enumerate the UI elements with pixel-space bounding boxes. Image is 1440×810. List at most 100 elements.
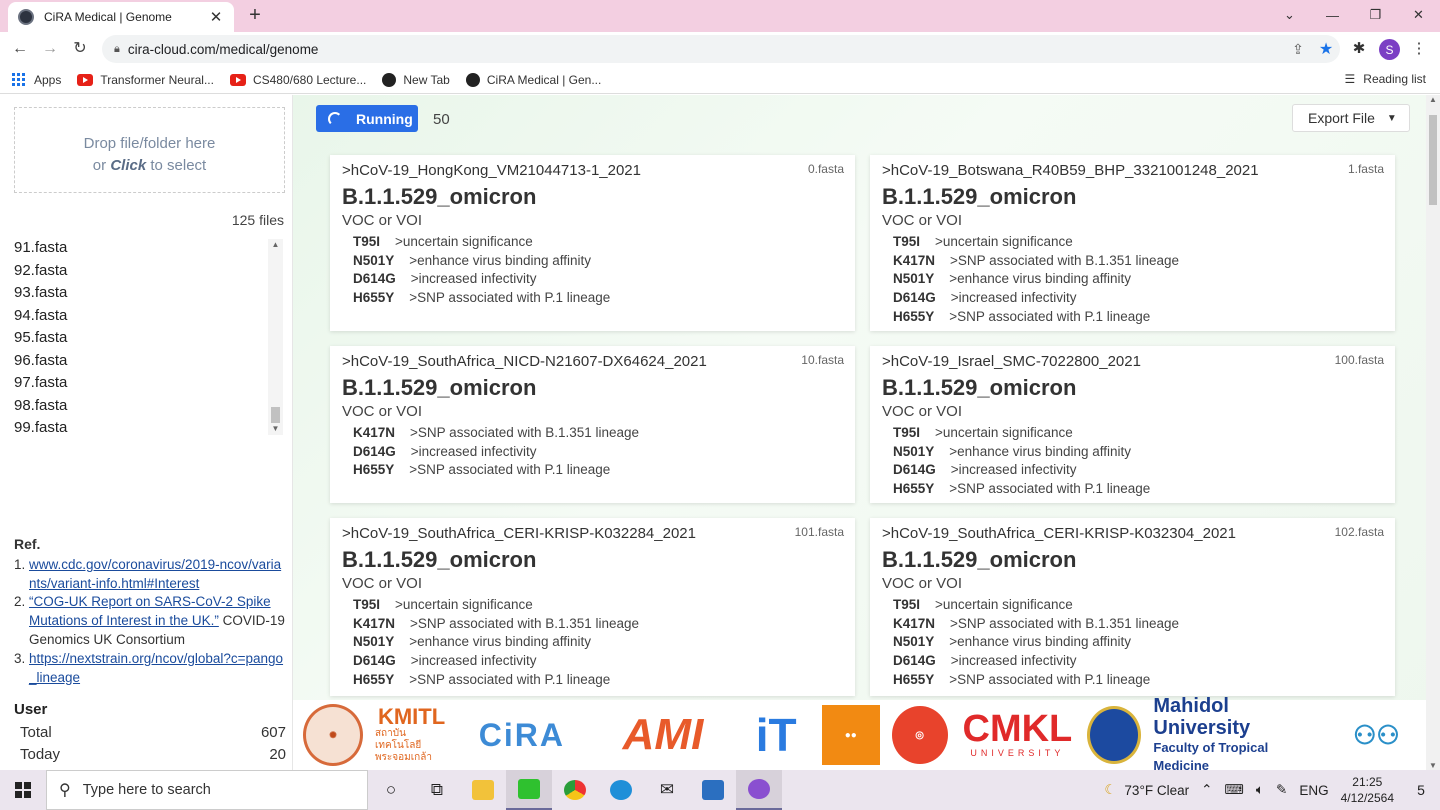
reading-list-button[interactable]: ☰ Reading list [1345, 72, 1426, 86]
reference-link[interactable]: https://nextstrain.org/ncov/global?c=pan… [29, 650, 286, 688]
line-app-icon[interactable] [506, 770, 552, 810]
edge-icon[interactable] [598, 770, 644, 810]
taskbar-search[interactable]: ⚲ Type here to search [46, 770, 368, 810]
menu-icon[interactable]: ⋮ [1408, 39, 1430, 57]
reload-icon[interactable]: ↻ [68, 38, 92, 60]
file-item[interactable]: 94.fasta [14, 305, 284, 328]
dropzone-click[interactable]: Click [110, 157, 146, 174]
card-lineage: B.1.1.529_omicron [882, 547, 1077, 572]
card-filename: 1.fasta [1347, 162, 1384, 176]
bookmark-apps[interactable]: Apps [12, 72, 61, 87]
search-placeholder: Type here to search [82, 782, 211, 798]
mutation-desc: >increased infectivity [410, 271, 537, 287]
mutation-row: D614G >increased infectivity [882, 652, 1383, 671]
extensions-icon[interactable]: ✱ [1348, 39, 1370, 57]
file-item[interactable]: 91.fasta [14, 237, 284, 260]
file-list-scrollbar[interactable]: ▲ ▼ [268, 239, 283, 435]
weather-widget[interactable]: ☾ 73°F Clear [1104, 782, 1189, 798]
file-item[interactable]: 97.fasta [14, 372, 284, 395]
mi-logo: ●● [821, 705, 880, 765]
card-filename: 102.fasta [1334, 525, 1384, 539]
result-card[interactable]: 0.fasta >hCoV-19_HongKong_VM21044713-1_2… [330, 155, 855, 331]
minimize-icon[interactable]: — [1311, 0, 1354, 30]
mutation-desc: >increased infectivity [950, 462, 1077, 478]
search-icon: ⚲ [59, 782, 71, 799]
scroll-up-icon[interactable]: ▲ [268, 239, 283, 251]
moon-icon: ☾ [1104, 782, 1117, 797]
card-lineage: B.1.1.529_omicron [882, 375, 1077, 400]
windows-taskbar: ⚲ Type here to search ○ ⧉ ✉ ☾ 73°F Clear… [0, 770, 1440, 810]
profile-avatar[interactable]: S [1379, 39, 1400, 60]
file-item[interactable]: 95.fasta [14, 327, 284, 350]
start-button[interactable] [0, 770, 46, 810]
running-label: Running [356, 110, 413, 127]
result-card[interactable]: 1.fasta >hCoV-19_Botswana_R40B59_BHP_332… [870, 155, 1395, 331]
tab-close-icon[interactable]: ✕ [208, 8, 224, 26]
dropzone-or: or [92, 157, 111, 174]
scroll-thumb[interactable] [1429, 115, 1437, 205]
mutation-code: H655Y [353, 290, 395, 306]
remote-desktop-icon[interactable] [690, 770, 736, 810]
volume-icon[interactable]: 🔈︎ [1256, 782, 1264, 798]
scroll-down-icon[interactable]: ▼ [1426, 761, 1440, 770]
scroll-down-icon[interactable]: ▼ [268, 423, 283, 435]
bookmark-cira[interactable]: CiRA Medical | Gen... [465, 72, 601, 87]
dropzone-select-line: or Click to select [15, 155, 284, 177]
mutation-desc: >SNP associated with P.1 lineage [949, 308, 1151, 324]
chrome-icon[interactable] [552, 770, 598, 810]
mutation-row: H655Y >SNP associated with P.1 lineage [882, 480, 1383, 499]
file-dropzone[interactable]: Drop file/folder here or Click to select [14, 107, 285, 193]
mutation-row: H655Y >SNP associated with P.1 lineage [342, 461, 843, 480]
file-item[interactable]: 96.fasta [14, 350, 284, 373]
file-item[interactable]: 92.fasta [14, 260, 284, 283]
card-lineage: B.1.1.529_omicron [342, 547, 537, 572]
file-item[interactable]: 99.fasta [14, 417, 284, 440]
new-tab-button[interactable]: + [244, 4, 266, 27]
mutation-code: H655Y [893, 671, 935, 687]
bookmark-transformer[interactable]: Transformer Neural... [77, 73, 214, 87]
back-icon[interactable]: ← [8, 38, 32, 60]
taskbar-clock[interactable]: 21:25 4/12/2564 [1341, 774, 1394, 806]
reference-number: 1. [14, 556, 26, 572]
file-item[interactable]: 98.fasta [14, 395, 284, 418]
result-card[interactable]: 10.fasta >hCoV-19_SouthAfrica_NICD-N2160… [330, 346, 855, 503]
kmitl-logo: KMITL สถาบันเทคโนโลยีพระจอมเกล้า [375, 706, 448, 764]
scroll-up-icon[interactable]: ▲ [1426, 95, 1440, 104]
language-indicator[interactable]: ENG [1299, 783, 1328, 798]
notification-count: 5 [1417, 782, 1425, 798]
bookmark-new-tab[interactable]: New Tab [382, 72, 450, 87]
mutation-code: N501Y [893, 634, 935, 650]
page-scrollbar[interactable]: ▲ ▼ [1426, 95, 1440, 770]
address-bar[interactable]: 🔒︎ cira-cloud.com/medical/genome ⇪ ★ [102, 35, 1340, 63]
reference-item: 1. www.cdc.gov/coronavirus/2019-ncov/var… [14, 556, 286, 594]
forward-icon[interactable]: → [38, 38, 62, 60]
network-icon[interactable]: ⌨ [1224, 782, 1244, 798]
pen-icon[interactable]: ✎ [1276, 782, 1287, 798]
running-button[interactable]: Running [316, 105, 418, 132]
reference-item: 3. https://nextstrain.org/ncov/global?c=… [14, 650, 286, 688]
result-card[interactable]: 102.fasta >hCoV-19_SouthAfrica_CERI-KRIS… [870, 518, 1395, 696]
bookmark-cs480[interactable]: CS480/680 Lecture... [229, 73, 366, 87]
restore-icon[interactable]: ❐ [1354, 0, 1397, 30]
notification-icon[interactable]: 5 [1408, 779, 1434, 801]
file-count: 125 files [231, 212, 284, 228]
tray-chevron-icon[interactable]: ⌃ [1201, 782, 1212, 798]
cortana-icon[interactable]: ○ [368, 770, 414, 810]
share-icon[interactable]: ⇪ [1284, 41, 1312, 58]
result-card[interactable]: 101.fasta >hCoV-19_SouthAfrica_CERI-KRIS… [330, 518, 855, 696]
chrome-profile-icon[interactable] [736, 770, 782, 810]
mutation-desc: >enhance virus binding affinity [949, 271, 1132, 287]
mutation-desc: >SNP associated with P.1 lineage [949, 671, 1151, 687]
file-item[interactable]: 93.fasta [14, 282, 284, 305]
tab-search-icon[interactable]: ⌄ [1268, 0, 1311, 30]
export-file-button[interactable]: Export File ▼ [1292, 104, 1410, 132]
browser-tab[interactable]: CiRA Medical | Genome ✕ [8, 2, 234, 32]
bookmark-star-icon[interactable]: ★ [1312, 39, 1340, 59]
mail-icon[interactable]: ✉ [644, 770, 690, 810]
task-view-icon[interactable]: ⧉ [414, 770, 460, 810]
close-window-icon[interactable]: ✕ [1397, 0, 1440, 30]
scroll-thumb[interactable] [271, 407, 280, 423]
reference-link[interactable]: www.cdc.gov/coronavirus/2019-ncov/varian… [29, 556, 286, 594]
result-card[interactable]: 100.fasta >hCoV-19_Israel_SMC-7022800_20… [870, 346, 1395, 503]
file-explorer-icon[interactable] [460, 770, 506, 810]
